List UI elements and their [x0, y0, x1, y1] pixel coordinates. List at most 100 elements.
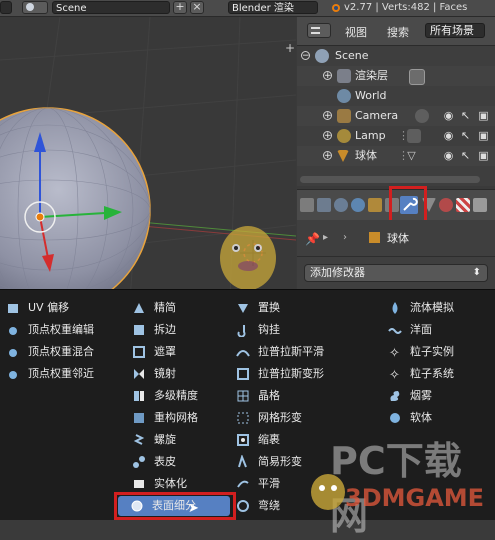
outliner-header: 视图 搜索 所有场景 [297, 17, 495, 46]
screw-icon [132, 433, 146, 447]
object-breadcrumb-icon: ▸ [323, 232, 329, 243]
vertex-weight-icon [6, 345, 20, 359]
render-tab-icon[interactable] [300, 198, 314, 212]
visibility-eye-icon[interactable]: ◉ [442, 109, 455, 122]
renderability-camera-icon[interactable]: ▣ [477, 109, 490, 122]
warp-icon [236, 499, 250, 513]
sphere-object[interactable] [0, 107, 151, 313]
expand-toggle-icon[interactable]: + [323, 71, 332, 81]
outliner-label-sphere: 球体 [355, 149, 377, 162]
svg-text:✧: ✧ [389, 368, 400, 381]
pin-icon[interactable]: 📌 [305, 232, 320, 246]
vertex-weight-icon [6, 367, 20, 381]
particle-instance-icon: ✧ [388, 345, 402, 361]
decimate-icon [132, 301, 146, 315]
outliner-horizontal-scrollbar[interactable] [300, 176, 480, 183]
lamp-data-icon[interactable] [407, 129, 421, 143]
smooth-icon [236, 477, 250, 491]
soft-body-icon [388, 411, 402, 425]
mesh-object-icon [337, 150, 349, 162]
multires-icon [132, 389, 146, 403]
vertex-weight-icon [6, 323, 20, 337]
camera-data-icon[interactable] [415, 109, 429, 123]
blender-logo-icon [330, 2, 341, 13]
selectability-cursor-icon[interactable]: ↖ [459, 109, 472, 122]
collapse-toggle-icon[interactable]: − [301, 51, 310, 61]
editor-type-outliner-button[interactable] [307, 23, 331, 38]
mesh-data-icon[interactable]: ▽ [405, 149, 418, 162]
outliner-label-lamp: Lamp [355, 129, 386, 142]
chevron-down-icon: ⬍ [472, 267, 481, 278]
add-modifier-label: 添加修改器 [310, 266, 365, 279]
add-modifier-menu: UV 偏移 顶点权重编辑 顶点权重混合 顶点权重邻近 精简 拆边 遮罩 镜射 多… [0, 289, 495, 538]
world-tab-icon[interactable] [351, 198, 365, 212]
version-stats: v2.77 | Verts:482 | Faces [344, 2, 468, 13]
delete-scene-button[interactable]: × [190, 1, 204, 14]
material-tab-icon[interactable] [439, 198, 453, 212]
solidify-icon [132, 477, 146, 491]
svg-text:+: + [285, 41, 295, 55]
view-menu[interactable]: 视图 [345, 24, 367, 40]
object-tab-icon[interactable] [368, 198, 382, 212]
add-modifier-dropdown[interactable]: 添加修改器 ⬍ [304, 264, 488, 282]
particles-tab-icon[interactable] [473, 198, 487, 212]
expand-toggle-icon[interactable]: + [323, 131, 332, 141]
outliner-label-camera: Camera [355, 109, 399, 122]
selectability-cursor-icon[interactable]: ↖ [459, 129, 472, 142]
outliner-icon [311, 27, 320, 34]
scene-tab-icon[interactable] [334, 198, 348, 212]
expand-toggle-icon[interactable]: + [323, 111, 332, 121]
scene-icon [315, 49, 329, 63]
scene-name-field[interactable]: Scene [52, 1, 170, 14]
outliner-label-world: World [355, 89, 387, 102]
render-engine-select[interactable]: Blender 渲染 [228, 1, 318, 14]
outliner-row-sphere[interactable]: + 球体 ⋮ ▽ ◉ ↖ ▣ [297, 146, 495, 166]
lattice-icon [236, 389, 250, 403]
mirror-icon [132, 367, 146, 381]
outliner-label-render-layers: 渲染层 [355, 69, 388, 82]
visibility-eye-icon[interactable]: ◉ [442, 149, 455, 162]
outliner-label-scene: Scene [335, 49, 369, 62]
renderability-camera-icon[interactable]: ▣ [477, 129, 490, 142]
search-menu[interactable]: 搜索 [387, 24, 409, 40]
breadcrumb-object-name: 球体 [387, 232, 409, 245]
fluid-icon [388, 301, 402, 315]
divider [297, 256, 495, 257]
particle-system-icon: ✧ [388, 367, 402, 383]
world-icon [337, 89, 351, 103]
simple-deform-icon [236, 453, 250, 469]
render-layers-icon [337, 69, 351, 83]
subdivision-highlight [114, 492, 236, 520]
outliner-row-camera[interactable]: + Camera ◉ ↖ ▣ [297, 106, 495, 126]
add-scene-button[interactable]: + [173, 1, 187, 14]
expand-toggle-icon[interactable]: + [323, 151, 332, 161]
scene-icon [26, 3, 34, 11]
chevron-right-icon: › [343, 232, 347, 243]
visibility-eye-icon[interactable]: ◉ [442, 129, 455, 142]
remesh-icon [132, 411, 146, 425]
outliner-row-render-layers[interactable]: + 渲染层 [297, 66, 495, 86]
displace-icon [236, 301, 250, 315]
render-layer-toggle-icon[interactable] [409, 69, 425, 85]
mesh-deform-icon [236, 411, 250, 425]
selectability-cursor-icon[interactable]: ↖ [459, 149, 472, 162]
camera-icon [337, 109, 351, 123]
mesh-cube-icon [369, 232, 380, 243]
outliner-row-world[interactable]: World [297, 86, 495, 106]
outliner-row-scene[interactable]: − Scene [297, 46, 495, 66]
outliner-row-lamp[interactable]: + Lamp ⋮ ◉ ↖ ▣ [297, 126, 495, 146]
hook-icon [236, 323, 250, 338]
smoke-icon [388, 389, 402, 403]
editor-type-left[interactable] [0, 1, 12, 14]
display-mode-select[interactable]: 所有场景 [425, 23, 485, 38]
outliner-tree: − Scene + 渲染层 World + Camera ◉ ↖ ▣ + Lam… [297, 46, 495, 186]
render-layers-tab-icon[interactable] [317, 198, 331, 212]
watermark-mascot-icon [220, 226, 276, 290]
texture-tab-icon[interactable] [456, 198, 470, 212]
scene-selector-button[interactable] [22, 1, 48, 14]
top-header: Scene + × Blender 渲染 v2.77 | Verts:482 |… [0, 0, 495, 17]
laplacian-smooth-icon [236, 345, 250, 359]
svg-text:✧: ✧ [389, 346, 400, 359]
renderability-camera-icon[interactable]: ▣ [477, 149, 490, 162]
watermark-text-bottom: 3DMGAME [345, 484, 485, 512]
